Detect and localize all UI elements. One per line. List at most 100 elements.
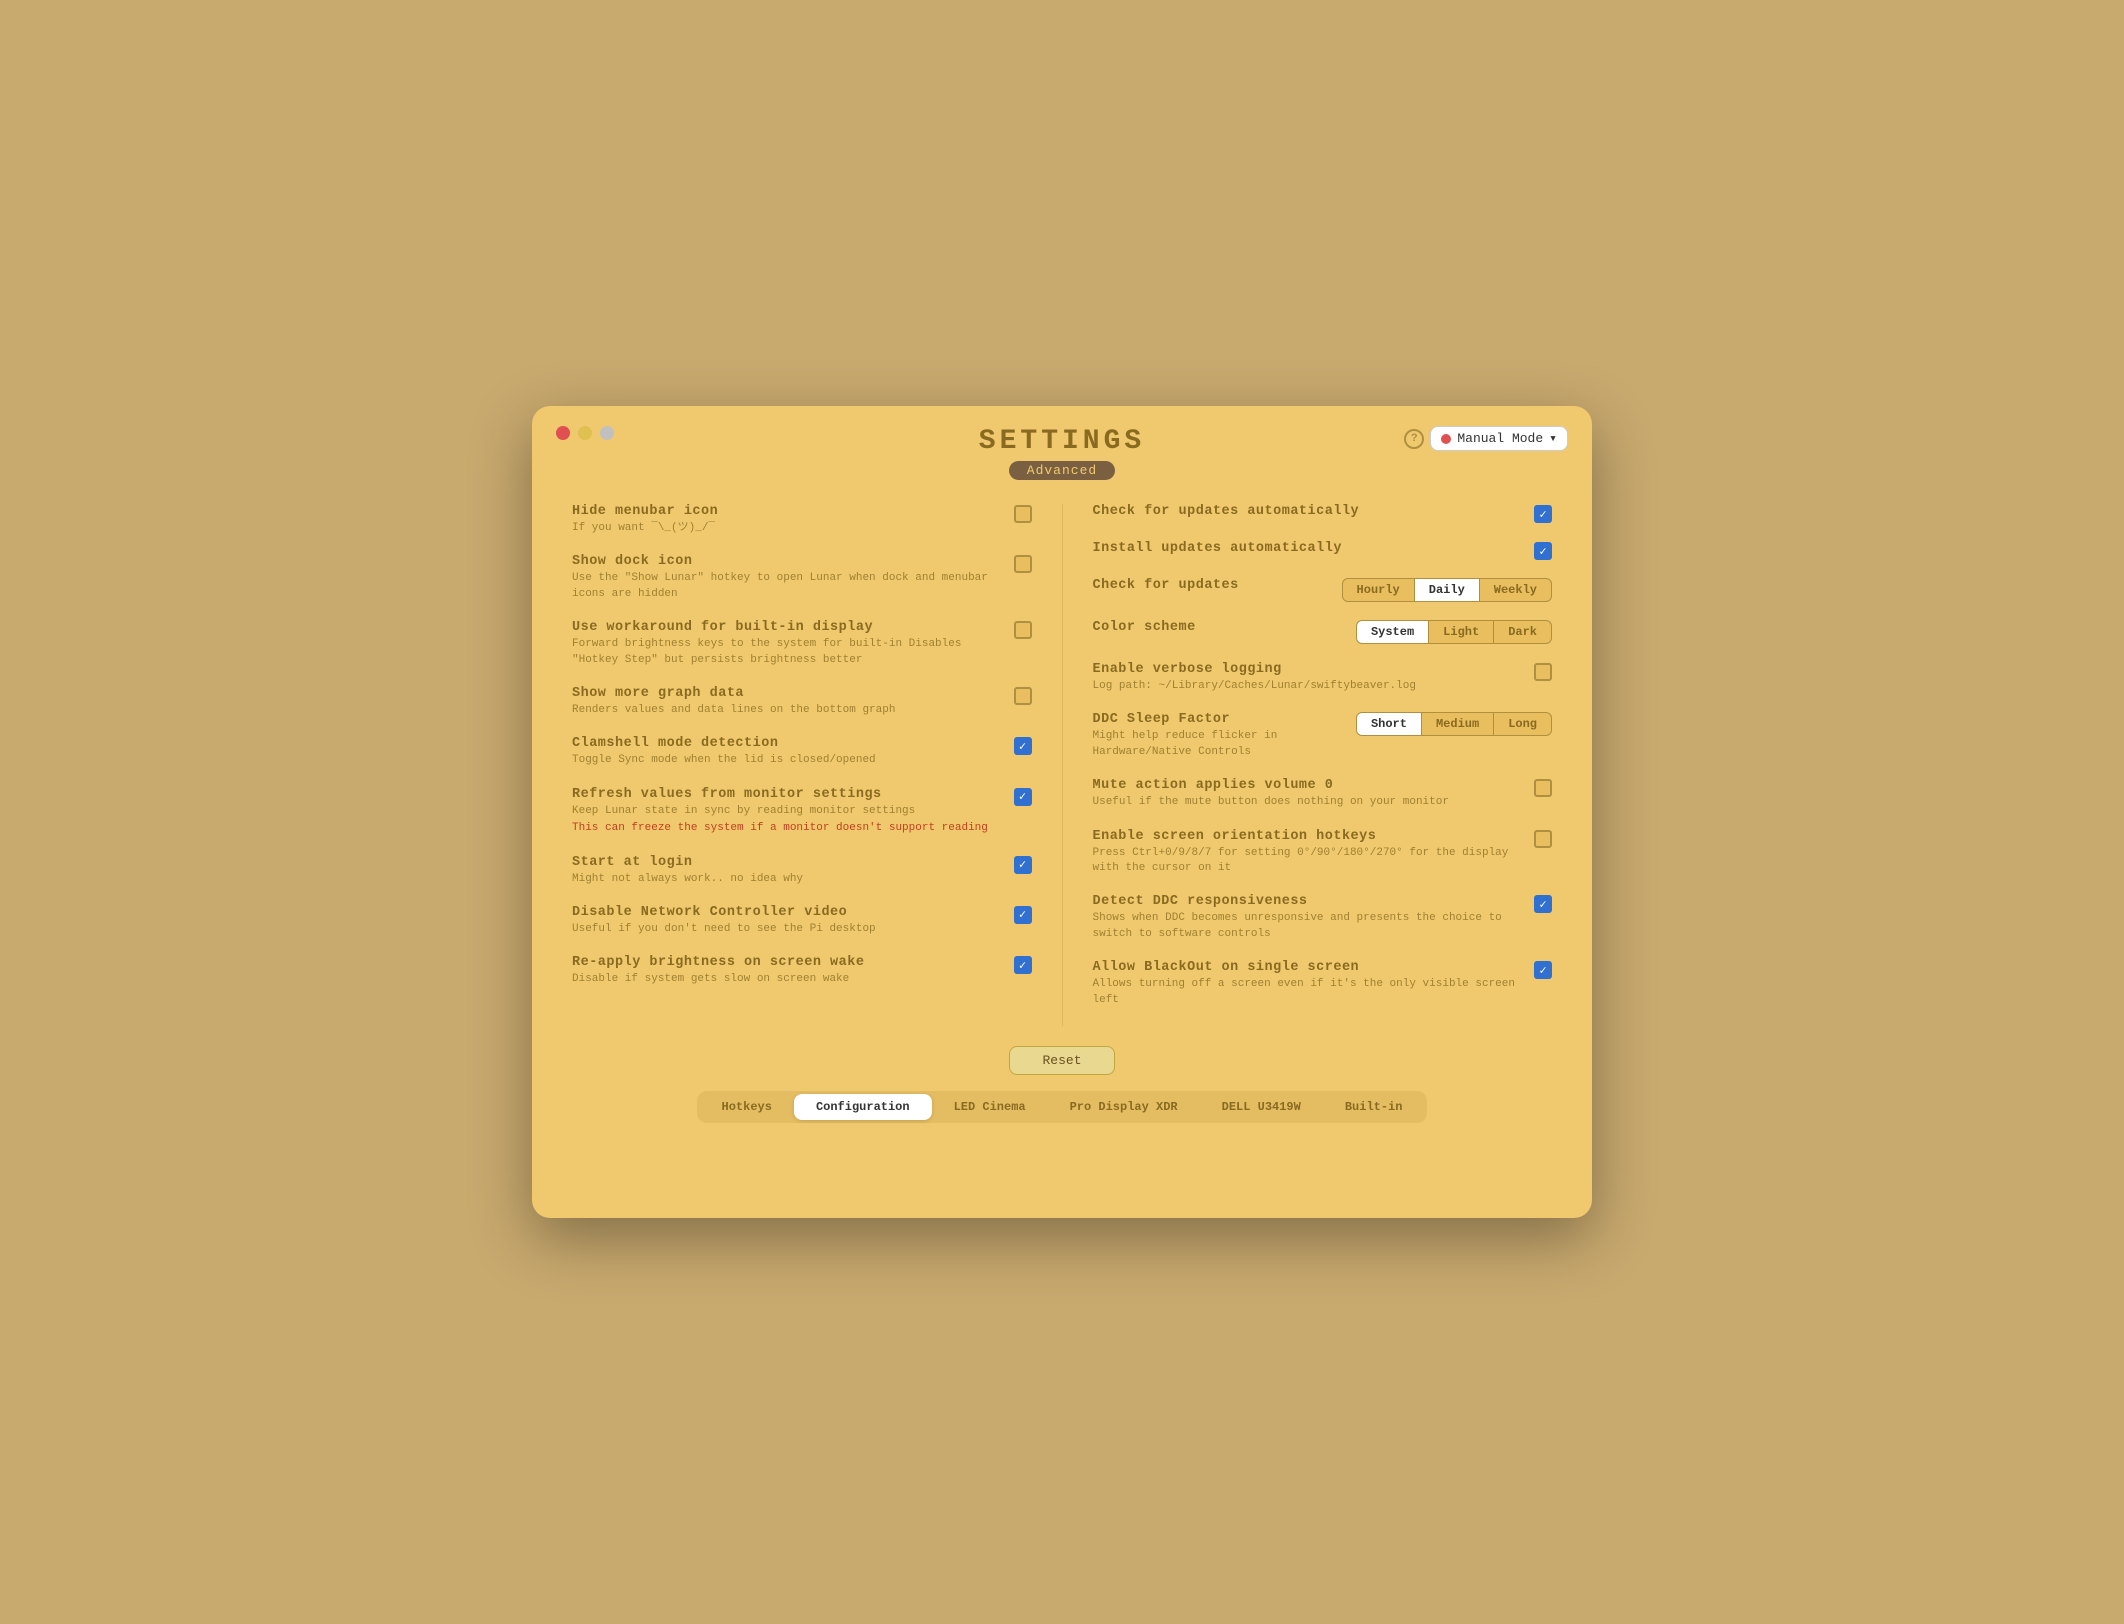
tab-pro-display-xdr[interactable]: Pro Display XDR	[1048, 1094, 1200, 1120]
setting-label-show-more-graph: Show more graph data	[572, 686, 1004, 701]
checkbox-workaround-builtin[interactable]	[1014, 621, 1032, 639]
setting-label-clamshell-mode: Clamshell mode detection	[572, 736, 1004, 751]
setting-item-allow-blackout: Allow BlackOut on single screen Allows tu…	[1093, 960, 1553, 1008]
right-column: Check for updates automatically Install u…	[1062, 504, 1553, 1026]
checkbox-reapply-brightness[interactable]	[1014, 956, 1032, 974]
minimize-button[interactable]	[578, 426, 592, 440]
checkbox-verbose-logging[interactable]	[1534, 663, 1552, 681]
setting-desc-disable-network: Useful if you don't need to see the Pi d…	[572, 922, 1004, 937]
mode-control: ? Manual Mode ▾	[1404, 426, 1568, 451]
checkbox-check-updates-auto[interactable]	[1534, 505, 1552, 523]
mode-dot	[1441, 434, 1451, 444]
setting-item-clamshell-mode: Clamshell mode detection Toggle Sync mode…	[572, 736, 1032, 768]
setting-desc-screen-orientation: Press Ctrl+0/9/8/7 for setting 0°/90°/18…	[1093, 846, 1525, 877]
setting-label-screen-orientation: Enable screen orientation hotkeys	[1093, 829, 1525, 844]
left-column: Hide menubar iconIf you want ¯\_(ツ)_/¯ Sh…	[572, 504, 1062, 1026]
tabs-bar: HotkeysConfigurationLED CinemaPro Displa…	[697, 1091, 1428, 1123]
checkbox-install-updates-auto[interactable]	[1534, 542, 1552, 560]
setting-desc-ddc-sleep-factor: Might help reduce flicker in Hardware/Na…	[1093, 729, 1346, 760]
btn-system-color-scheme[interactable]: System	[1356, 620, 1429, 644]
setting-desc-verbose-logging: Log path: ~/Library/Caches/Lunar/swiftyb…	[1093, 679, 1525, 694]
btn-light-color-scheme[interactable]: Light	[1429, 620, 1494, 644]
checkbox-clamshell-mode[interactable]	[1014, 737, 1032, 755]
checkbox-disable-network[interactable]	[1014, 906, 1032, 924]
checkbox-mute-volume[interactable]	[1534, 779, 1552, 797]
setting-item-reapply-brightness: Re-apply brightness on screen wake Disabl…	[572, 955, 1032, 987]
tab-configuration[interactable]: Configuration	[794, 1094, 932, 1120]
setting-item-show-dock-icon: Show dock icon Use the "Show Lunar" hotke…	[572, 554, 1032, 602]
setting-label-verbose-logging: Enable verbose logging	[1093, 662, 1525, 677]
setting-desc-allow-blackout: Allows turning off a screen even if it's…	[1093, 977, 1525, 1008]
setting-label-refresh-monitor: Refresh values from monitor settings	[572, 787, 1004, 802]
setting-label-reapply-brightness: Re-apply brightness on screen wake	[572, 955, 1004, 970]
setting-desc-detect-ddc: Shows when DDC becomes unresponsive and …	[1093, 911, 1525, 942]
setting-item-install-updates-auto: Install updates automatically	[1093, 541, 1553, 560]
setting-label-install-updates-auto: Install updates automatically	[1093, 541, 1525, 556]
btn-hourly-check-updates-freq[interactable]: Hourly	[1342, 578, 1415, 602]
setting-item-ddc-sleep-factor: DDC Sleep Factor Might help reduce flicke…	[1093, 712, 1553, 760]
help-icon[interactable]: ?	[1404, 429, 1424, 449]
setting-desc-refresh-monitor: Keep Lunar state in sync by reading moni…	[572, 804, 1004, 819]
checkbox-show-more-graph[interactable]	[1014, 687, 1032, 705]
settings-window: SETTINGS Advanced ? Manual Mode ▾ Hide m…	[532, 406, 1592, 1218]
btn-long-ddc-sleep-factor[interactable]: Long	[1494, 712, 1552, 736]
btn-short-ddc-sleep-factor[interactable]: Short	[1356, 712, 1422, 736]
setting-desc-reapply-brightness: Disable if system gets slow on screen wa…	[572, 972, 1004, 987]
setting-label-show-dock-icon: Show dock icon	[572, 554, 1004, 569]
tab-built-in[interactable]: Built-in	[1323, 1094, 1425, 1120]
tab-hotkeys[interactable]: Hotkeys	[700, 1094, 794, 1120]
checkbox-show-dock-icon[interactable]	[1014, 555, 1032, 573]
checkbox-allow-blackout[interactable]	[1534, 961, 1552, 979]
close-button[interactable]	[556, 426, 570, 440]
button-group-check-updates-freq: HourlyDailyWeekly	[1342, 578, 1552, 602]
setting-item-color-scheme: Color scheme SystemLightDark	[1093, 620, 1553, 644]
setting-desc-start-login: Might not always work.. no idea why	[572, 872, 1004, 887]
checkbox-hide-menubar-icon[interactable]	[1014, 505, 1032, 523]
setting-item-workaround-builtin: Use workaround for built-in displayForwa…	[572, 620, 1032, 668]
titlebar: SETTINGS Advanced ? Manual Mode ▾	[532, 406, 1592, 480]
checkbox-start-login[interactable]	[1014, 856, 1032, 874]
setting-item-mute-volume: Mute action applies volume 0 Useful if th…	[1093, 778, 1553, 810]
traffic-lights	[556, 426, 614, 440]
setting-item-start-login: Start at login Might not always work.. no…	[572, 855, 1032, 887]
setting-item-check-updates-freq: Check for updates HourlyDailyWeekly	[1093, 578, 1553, 602]
setting-desc-mute-volume: Useful if the mute button does nothing o…	[1093, 795, 1525, 810]
setting-desc-hide-menubar-icon: If you want ¯\_(ツ)_/¯	[572, 521, 1004, 536]
setting-label-color-scheme: Color scheme	[1093, 620, 1346, 635]
window-title: SETTINGS	[979, 426, 1145, 457]
tab-led-cinema[interactable]: LED Cinema	[932, 1094, 1048, 1120]
setting-desc-show-more-graph: Renders values and data lines on the bot…	[572, 703, 1004, 718]
checkbox-refresh-monitor[interactable]	[1014, 788, 1032, 806]
setting-label-allow-blackout: Allow BlackOut on single screen	[1093, 960, 1525, 975]
button-group-ddc-sleep-factor: ShortMediumLong	[1356, 712, 1552, 736]
setting-label-ddc-sleep-factor: DDC Sleep Factor	[1093, 712, 1346, 727]
checkbox-detect-ddc[interactable]	[1534, 895, 1552, 913]
setting-item-hide-menubar-icon: Hide menubar iconIf you want ¯\_(ツ)_/¯	[572, 504, 1032, 536]
setting-item-refresh-monitor: Refresh values from monitor settings Keep…	[572, 787, 1032, 837]
tab-dell-u3419w[interactable]: DELL U3419W	[1200, 1094, 1323, 1120]
setting-label-check-updates-auto: Check for updates automatically	[1093, 504, 1525, 519]
btn-weekly-check-updates-freq[interactable]: Weekly	[1480, 578, 1552, 602]
title-section: SETTINGS Advanced	[979, 426, 1145, 480]
setting-desc-clamshell-mode: Toggle Sync mode when the lid is closed/…	[572, 753, 1004, 768]
setting-label-check-updates-freq: Check for updates	[1093, 578, 1332, 593]
chevron-down-icon: ▾	[1549, 431, 1557, 446]
setting-item-verbose-logging: Enable verbose logging Log path: ~/Librar…	[1093, 662, 1553, 694]
button-group-color-scheme: SystemLightDark	[1356, 620, 1552, 644]
setting-desc2-refresh-monitor: This can freeze the system if a monitor …	[572, 821, 1004, 836]
btn-medium-ddc-sleep-factor[interactable]: Medium	[1422, 712, 1494, 736]
maximize-button[interactable]	[600, 426, 614, 440]
btn-dark-color-scheme[interactable]: Dark	[1494, 620, 1552, 644]
setting-label-start-login: Start at login	[572, 855, 1004, 870]
btn-daily-check-updates-freq[interactable]: Daily	[1415, 578, 1480, 602]
setting-label-detect-ddc: Detect DDC responsiveness	[1093, 894, 1525, 909]
setting-item-screen-orientation: Enable screen orientation hotkeys Press C…	[1093, 829, 1553, 877]
checkbox-screen-orientation[interactable]	[1534, 830, 1552, 848]
bottom-bar: Reset HotkeysConfigurationLED CinemaPro …	[532, 1046, 1592, 1123]
mode-label: Manual Mode	[1457, 431, 1543, 446]
reset-button[interactable]: Reset	[1009, 1046, 1114, 1075]
setting-label-mute-volume: Mute action applies volume 0	[1093, 778, 1525, 793]
mode-dropdown[interactable]: Manual Mode ▾	[1430, 426, 1568, 451]
setting-desc-show-dock-icon: Use the "Show Lunar" hotkey to open Luna…	[572, 571, 1004, 602]
settings-content: Hide menubar iconIf you want ¯\_(ツ)_/¯ Sh…	[532, 480, 1592, 1036]
